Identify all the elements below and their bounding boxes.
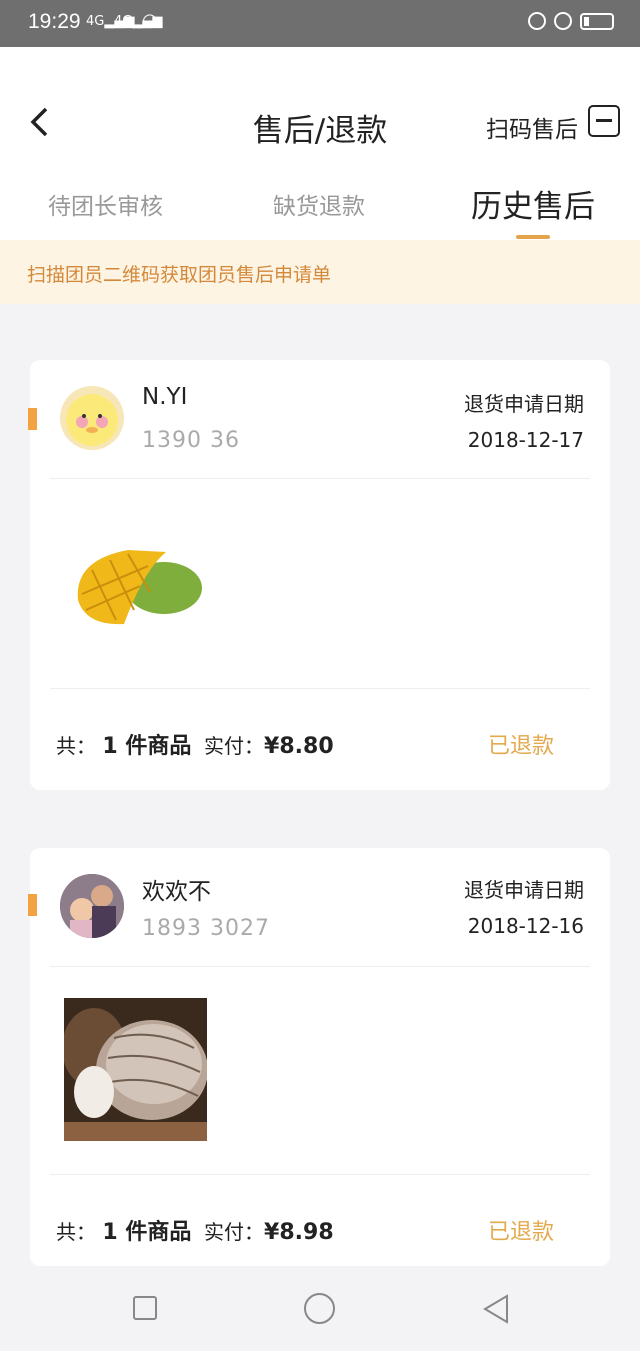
avatar bbox=[60, 874, 124, 938]
wifi-icon: ◠ bbox=[142, 10, 158, 31]
paid-label: 实付： bbox=[204, 734, 265, 758]
paid-amount: ¥8.80 bbox=[264, 734, 334, 759]
paid-label: 实付： bbox=[204, 1220, 265, 1244]
member-name: N.YI bbox=[142, 384, 188, 410]
back-triangle-icon[interactable] bbox=[482, 1293, 510, 1329]
divider bbox=[50, 966, 590, 967]
divider bbox=[50, 478, 590, 479]
divider bbox=[50, 688, 590, 689]
battery-icon bbox=[580, 12, 614, 30]
refund-status: 已退款 bbox=[487, 734, 554, 759]
return-date-label: 退货申请日期 bbox=[464, 392, 584, 416]
tab-out-of-stock-refund[interactable]: 缺货退款 bbox=[273, 187, 365, 221]
order-summary: 共： 1 件商品 实付：¥8.98 bbox=[56, 1214, 334, 1246]
divider bbox=[50, 1174, 590, 1175]
status-bar: 19:29 4G▂▄▆ 4G▂▄▆ ◠ bbox=[0, 0, 640, 47]
member-name: 欢欢不 bbox=[142, 879, 211, 905]
item-count: 1 件商品 bbox=[102, 734, 192, 759]
mango-image bbox=[64, 530, 214, 634]
recent-apps-icon[interactable] bbox=[133, 1296, 157, 1320]
order-card[interactable]: N.YI 1390 36 退货申请日期 2018-12-17 共： 1 件商品 … bbox=[28, 360, 610, 790]
member-phone: 1893 3027 bbox=[142, 916, 270, 941]
banner-text: 扫描团员二维码获取团员售后申请单 bbox=[27, 264, 332, 286]
status-time: 19:29 bbox=[28, 10, 81, 33]
taro-image bbox=[62, 998, 208, 1145]
return-date-label: 退货申请日期 bbox=[464, 878, 584, 902]
order-summary: 共： 1 件商品 实付：¥8.80 bbox=[56, 728, 334, 760]
return-date: 2018-12-17 bbox=[467, 428, 584, 452]
system-nav-bar bbox=[0, 1266, 640, 1351]
lock-icon bbox=[528, 12, 546, 30]
signal-label: 4G bbox=[86, 14, 105, 29]
header: 售后/退款 扫码售后 待团长审核 缺货退款 历史售后 bbox=[0, 47, 640, 240]
scan-icon[interactable] bbox=[588, 105, 620, 137]
alarm-icon bbox=[554, 12, 572, 30]
scan-aftersale-button[interactable]: 扫码售后 bbox=[486, 110, 578, 144]
card-marker bbox=[28, 408, 37, 430]
card-marker bbox=[28, 894, 37, 916]
item-count: 1 件商品 bbox=[102, 1220, 192, 1245]
tab-indicator bbox=[516, 235, 550, 239]
member-phone: 1390 36 bbox=[142, 428, 240, 453]
avatar bbox=[60, 386, 124, 450]
tab-pending-review[interactable]: 待团长审核 bbox=[48, 187, 163, 221]
signal-label-2: 4G bbox=[114, 14, 133, 29]
total-prefix: 共： bbox=[56, 1220, 96, 1244]
home-icon[interactable] bbox=[304, 1293, 335, 1324]
paid-amount: ¥8.98 bbox=[264, 1220, 334, 1245]
total-prefix: 共： bbox=[56, 734, 96, 758]
refund-status: 已退款 bbox=[487, 1220, 554, 1245]
scan-hint-banner: 扫描团员二维码获取团员售后申请单 bbox=[0, 240, 640, 304]
order-card[interactable]: 欢欢不 1893 3027 退货申请日期 2018-12-16 共： 1 件商品… bbox=[28, 848, 610, 1266]
return-date: 2018-12-16 bbox=[467, 914, 584, 938]
tab-history[interactable]: 历史售后 bbox=[471, 181, 595, 226]
